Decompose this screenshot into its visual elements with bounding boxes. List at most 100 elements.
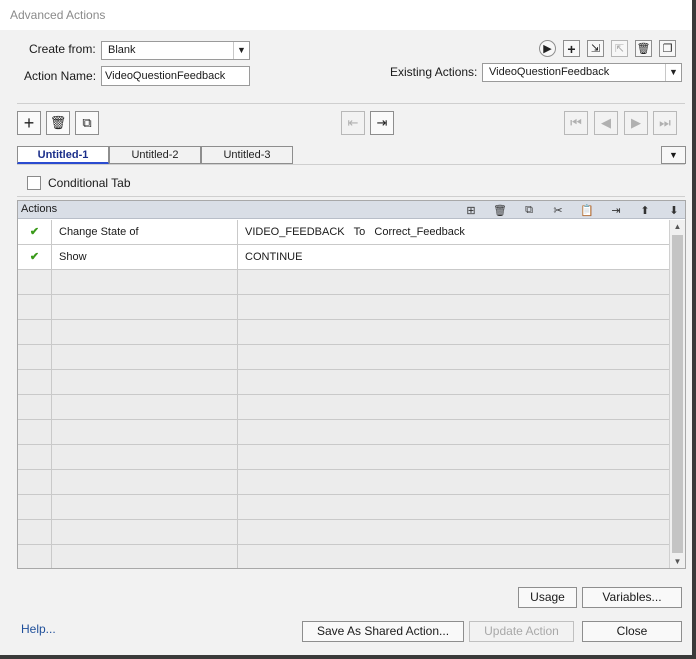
move-tab-right-button[interactable]: ⇥ (370, 111, 394, 135)
table-row[interactable] (18, 370, 669, 395)
scroll-thumb[interactable] (672, 235, 683, 553)
status-cell[interactable] (18, 370, 52, 394)
tab-untitled-3[interactable]: Untitled-3 (201, 146, 293, 164)
action-cell[interactable] (52, 320, 238, 344)
action-cell[interactable] (52, 295, 238, 319)
previous-tab-button[interactable]: ◀ (594, 111, 618, 135)
target-cell[interactable] (238, 420, 669, 444)
table-row[interactable] (18, 545, 669, 568)
status-cell[interactable] (18, 445, 52, 469)
status-cell[interactable] (18, 495, 52, 519)
table-row[interactable] (18, 520, 669, 545)
status-cell[interactable] (18, 470, 52, 494)
target-cell[interactable] (238, 520, 669, 544)
table-row[interactable] (18, 445, 669, 470)
action-cell[interactable] (52, 345, 238, 369)
duplicate-action-button[interactable]: ❐ (659, 40, 676, 57)
copy-icon[interactable]: ⧉ (519, 202, 539, 218)
target-cell[interactable] (238, 395, 669, 419)
cut-icon[interactable]: ✂ (548, 202, 568, 218)
window-edge (0, 655, 696, 659)
duplicate-tab-button[interactable]: ⧉ (75, 111, 99, 135)
help-link[interactable]: Help... (21, 622, 56, 636)
insert-row-icon[interactable]: ⊞ (461, 202, 481, 218)
move-tab-left-button[interactable]: ⇤ (341, 111, 365, 135)
delete-action-button[interactable]: 🗑 (635, 40, 652, 57)
export-icon: ⇱ (614, 43, 625, 55)
tab-untitled-2[interactable]: Untitled-2 (109, 146, 201, 164)
table-row[interactable]: ✔ Show CONTINUE (18, 245, 669, 270)
variables-button[interactable]: Variables... (582, 587, 682, 608)
action-cell[interactable] (52, 545, 238, 568)
target-cell[interactable] (238, 495, 669, 519)
save-shared-action-button[interactable]: Save As Shared Action... (302, 621, 464, 642)
status-cell[interactable] (18, 345, 52, 369)
table-row[interactable] (18, 270, 669, 295)
next-tab-button[interactable]: ▶ (624, 111, 648, 135)
update-action-button[interactable]: Update Action (469, 621, 574, 642)
status-cell[interactable] (18, 520, 52, 544)
paste-icon[interactable]: 📋 (577, 202, 597, 218)
action-cell[interactable] (52, 270, 238, 294)
tab-list-dropdown[interactable]: ▼ (661, 146, 686, 164)
status-cell[interactable] (18, 545, 52, 568)
target-cell[interactable]: VIDEO_FEEDBACK To Correct_Feedback (238, 220, 669, 244)
trash-icon: 🗑 (49, 115, 67, 130)
action-name-input[interactable]: VideoQuestionFeedback (101, 66, 250, 86)
indent-icon[interactable]: ⇥ (606, 202, 626, 218)
action-cell[interactable] (52, 470, 238, 494)
target-cell[interactable] (238, 345, 669, 369)
move-down-icon[interactable]: ⬇ (664, 202, 684, 218)
preview-button[interactable]: ▶ (539, 40, 556, 57)
existing-actions-select[interactable]: VideoQuestionFeedback ▼ (482, 63, 682, 82)
vertical-scrollbar[interactable]: ▲ ▼ (669, 220, 685, 568)
action-cell[interactable] (52, 445, 238, 469)
first-tab-button[interactable]: ⏮ (564, 111, 588, 135)
last-tab-button[interactable]: ⏭ (653, 111, 677, 135)
status-cell[interactable] (18, 320, 52, 344)
table-row[interactable] (18, 395, 669, 420)
table-row[interactable] (18, 495, 669, 520)
table-row[interactable] (18, 295, 669, 320)
create-from-select[interactable]: Blank ▼ (101, 41, 250, 60)
table-row[interactable]: ✔ Change State of VIDEO_FEEDBACK To Corr… (18, 220, 669, 245)
delete-tab-button[interactable]: 🗑 (46, 111, 70, 135)
action-cell[interactable] (52, 520, 238, 544)
move-up-icon[interactable]: ⬆ (635, 202, 655, 218)
status-cell[interactable] (18, 295, 52, 319)
target-cell[interactable] (238, 320, 669, 344)
table-row[interactable] (18, 320, 669, 345)
table-row[interactable] (18, 470, 669, 495)
action-cell[interactable] (52, 370, 238, 394)
trash-icon[interactable]: 🗑 (490, 202, 510, 218)
target-cell[interactable]: CONTINUE (238, 245, 669, 269)
action-cell[interactable] (52, 495, 238, 519)
close-button[interactable]: Close (582, 621, 682, 642)
target-cell[interactable] (238, 470, 669, 494)
target-cell[interactable] (238, 370, 669, 394)
table-row[interactable] (18, 420, 669, 445)
action-cell[interactable] (52, 420, 238, 444)
add-tab-button[interactable]: + (17, 111, 41, 135)
status-cell[interactable] (18, 395, 52, 419)
target-cell[interactable] (238, 545, 669, 568)
tab-untitled-1[interactable]: Untitled-1 (17, 146, 109, 164)
action-cell[interactable]: Change State of (52, 220, 238, 244)
import-action-button[interactable]: ⇲ (587, 40, 604, 57)
scroll-down-icon[interactable]: ▼ (670, 555, 685, 568)
target-cell[interactable] (238, 445, 669, 469)
usage-button[interactable]: Usage (518, 587, 577, 608)
action-cell[interactable]: Show (52, 245, 238, 269)
new-action-button[interactable]: + (563, 40, 580, 57)
action-cell[interactable] (52, 395, 238, 419)
status-cell[interactable] (18, 420, 52, 444)
status-cell[interactable] (18, 270, 52, 294)
conditional-tab-checkbox[interactable] (27, 176, 41, 190)
export-action-button[interactable]: ⇱ (611, 40, 628, 57)
target-cell[interactable] (238, 295, 669, 319)
trash-icon: 🗑 (636, 43, 651, 55)
table-row[interactable] (18, 345, 669, 370)
tab-divider (17, 164, 685, 165)
scroll-up-icon[interactable]: ▲ (670, 220, 685, 234)
target-cell[interactable] (238, 270, 669, 294)
